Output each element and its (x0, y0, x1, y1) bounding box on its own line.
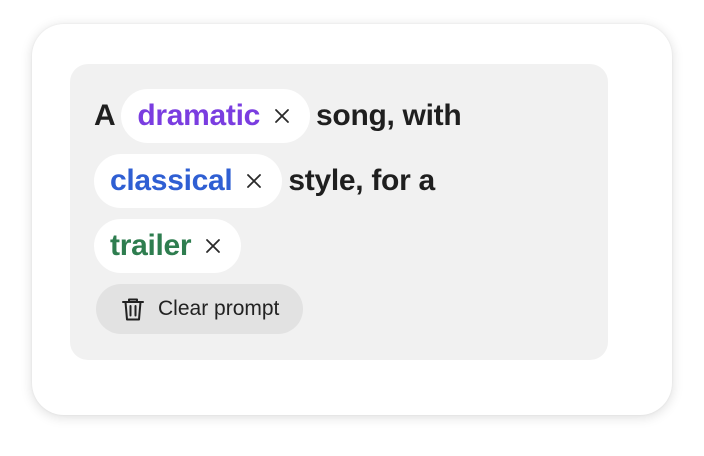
prompt-line-2: classical style, for a (94, 154, 435, 208)
close-icon[interactable] (205, 238, 221, 254)
prompt-card: A dramatic song, with classical style, f… (32, 24, 672, 415)
prompt-text-song-with: song, with (316, 99, 462, 132)
prompt-text-style-for-a: style, for a (288, 164, 435, 197)
prompt-line-3: trailer (94, 219, 242, 273)
prompt-word-a: A (94, 99, 116, 132)
clear-prompt-label: Clear prompt (158, 297, 280, 320)
trash-icon (122, 298, 144, 321)
chip-trailer-label: trailer (110, 229, 192, 262)
close-icon[interactable] (274, 108, 290, 124)
chip-classical[interactable]: classical (94, 154, 283, 208)
chip-classical-label: classical (110, 164, 233, 197)
chip-dramatic[interactable]: dramatic (121, 89, 311, 143)
prompt-box: A dramatic song, with classical style, f… (70, 64, 608, 360)
clear-prompt-button[interactable]: Clear prompt (96, 284, 304, 334)
chip-trailer[interactable]: trailer (94, 219, 242, 273)
prompt-line-1: A dramatic song, with (94, 89, 462, 143)
chip-dramatic-label: dramatic (137, 99, 261, 132)
close-icon[interactable] (246, 173, 262, 189)
